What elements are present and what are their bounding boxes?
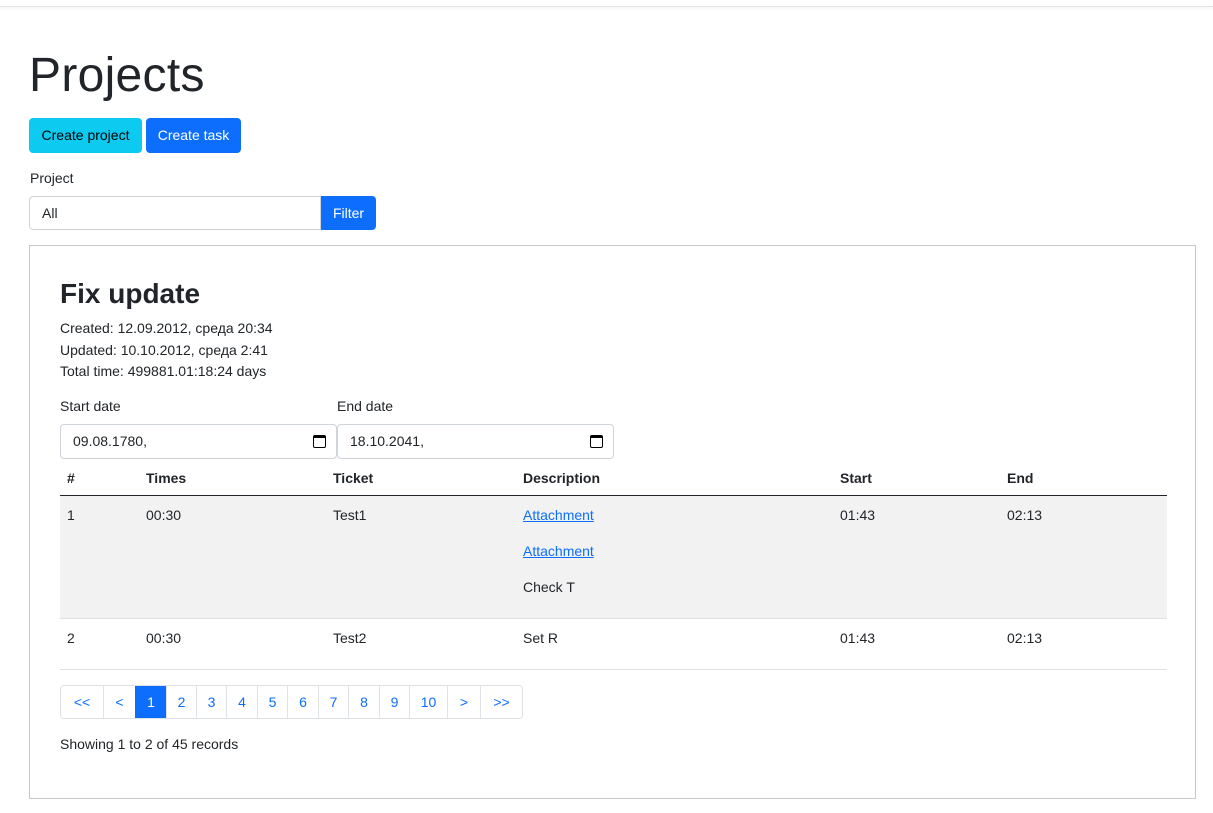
column-header-ticket: Ticket: [333, 470, 374, 486]
row-times: 00:30: [146, 507, 182, 523]
records-summary: Showing 1 to 2 of 45 records: [60, 736, 239, 752]
column-header-end: End: [1007, 470, 1034, 486]
start-date-value: 09.08.1780,: [73, 433, 147, 449]
row-start: 01:43: [840, 630, 876, 646]
start-date-input[interactable]: 09.08.1780,: [60, 424, 337, 459]
column-header-description: Description: [523, 470, 601, 486]
row-end: 02:13: [1007, 507, 1043, 523]
calendar-icon[interactable]: [313, 435, 326, 448]
updated-date: Updated: 10.10.2012, среда 2:41: [60, 342, 268, 358]
row-number: 2: [67, 630, 75, 646]
page-button-10[interactable]: 10: [409, 686, 447, 718]
column-header-start: Start: [840, 470, 872, 486]
page-next-button[interactable]: >: [447, 686, 480, 718]
attachment-link[interactable]: Attachment: [523, 507, 594, 523]
create-task-button[interactable]: Create task: [146, 118, 241, 153]
created-date: Created: 12.09.2012, среда 20:34: [60, 320, 273, 336]
page-prev-button[interactable]: <: [103, 686, 135, 718]
table-row: 1 00:30 Test1 Attachment Attachment Chec…: [60, 496, 1167, 619]
page-button-6[interactable]: 6: [287, 686, 318, 718]
create-project-button[interactable]: Create project: [29, 118, 142, 153]
row-description: Set R: [523, 630, 559, 646]
row-number: 1: [67, 507, 75, 523]
page-title: Projects: [29, 49, 205, 102]
table-header: # Times Ticket Description Start End: [60, 460, 1167, 496]
page-button-1[interactable]: 1: [135, 686, 166, 718]
filter-button[interactable]: Filter: [321, 196, 376, 230]
page-button-8[interactable]: 8: [348, 686, 379, 718]
row-ticket: Test2: [333, 630, 367, 646]
calendar-icon[interactable]: [590, 435, 603, 448]
row-end: 02:13: [1007, 630, 1043, 646]
page-button-9[interactable]: 9: [379, 686, 409, 718]
end-date-value: 18.10.2041,: [350, 433, 424, 449]
project-filter-label: Project: [30, 170, 74, 186]
page-button-4[interactable]: 4: [226, 686, 257, 718]
row-ticket: Test1: [333, 507, 367, 523]
page-button-3[interactable]: 3: [196, 686, 226, 718]
total-time: Total time: 499881.01:18:24 days: [60, 363, 267, 379]
project-card: Fix update Created: 12.09.2012, среда 20…: [29, 245, 1196, 799]
top-navbar: [0, 0, 1213, 7]
row-description: Check T: [523, 579, 575, 595]
start-date-label: Start date: [60, 398, 121, 414]
page-button-2[interactable]: 2: [166, 686, 196, 718]
project-select[interactable]: All: [29, 196, 321, 230]
page-button-7[interactable]: 7: [318, 686, 348, 718]
row-times: 00:30: [146, 630, 182, 646]
column-header-number: #: [67, 470, 75, 486]
page-first-button[interactable]: <<: [61, 686, 103, 718]
attachment-link[interactable]: Attachment: [523, 543, 594, 559]
project-title: Fix update: [60, 278, 201, 309]
page-last-button[interactable]: >>: [480, 686, 522, 718]
pagination: << < 1 2 3 4 5 6 7 8 9 10 > >>: [60, 685, 523, 719]
page-button-5[interactable]: 5: [257, 686, 287, 718]
column-header-times: Times: [146, 470, 187, 486]
table-row: 2 00:30 Test2 Set R 01:43 02:13: [60, 619, 1167, 670]
end-date-input[interactable]: 18.10.2041,: [337, 424, 614, 459]
end-date-label: End date: [337, 398, 394, 414]
row-start: 01:43: [840, 507, 876, 523]
